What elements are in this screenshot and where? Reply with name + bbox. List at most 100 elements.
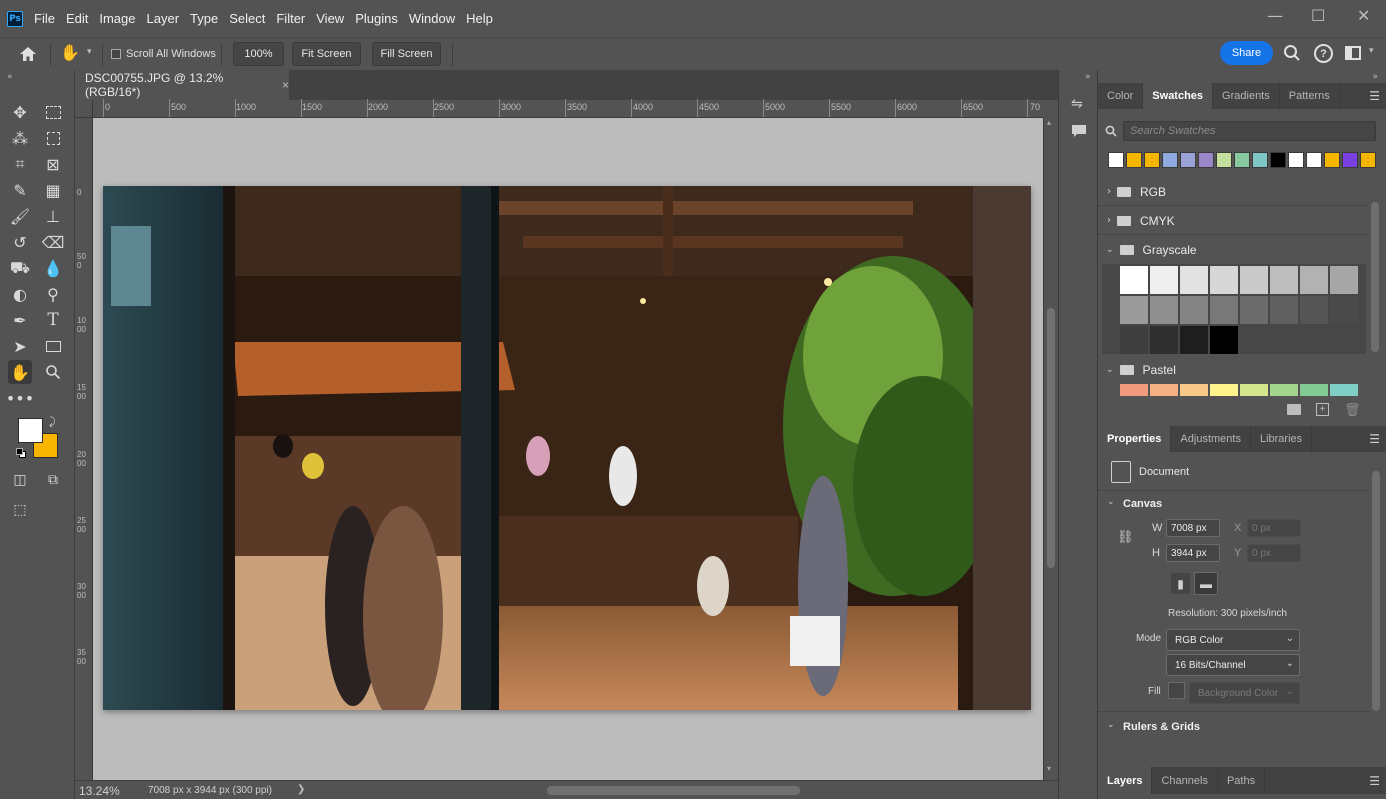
canvas-width-input[interactable]: 7008 px: [1166, 519, 1220, 537]
fill-screen-button[interactable]: Fill Screen: [372, 42, 441, 66]
quick-mask-icon[interactable]: ◫: [8, 468, 32, 492]
close-tab-icon[interactable]: ×: [282, 78, 289, 92]
bit-depth-select[interactable]: 16 Bits/Channel ⌄: [1166, 654, 1300, 676]
canvas-x-input[interactable]: 0 px: [1247, 519, 1301, 537]
quick-selection-icon[interactable]: [41, 126, 65, 150]
grayscale-swatch[interactable]: [1120, 296, 1148, 324]
workspace-icon[interactable]: [1345, 46, 1361, 60]
foreground-color-chip[interactable]: [18, 418, 43, 443]
scroll-all-windows-checkbox[interactable]: [111, 49, 121, 59]
collapse-panels-icon[interactable]: »: [1372, 72, 1378, 82]
recent-swatch[interactable]: [1198, 152, 1214, 168]
horizontal-scroll-thumb[interactable]: [547, 786, 800, 795]
panel-menu-icon[interactable]: ☰: [1369, 432, 1380, 446]
help-icon[interactable]: ?: [1314, 44, 1333, 63]
grayscale-swatch[interactable]: [1330, 296, 1358, 324]
menu-view[interactable]: View: [316, 11, 344, 26]
pastel-swatch[interactable]: [1120, 384, 1148, 396]
link-dimensions-icon[interactable]: ⛓: [1117, 530, 1134, 545]
portrait-orientation-icon[interactable]: ▮: [1171, 573, 1190, 594]
move-tool-icon[interactable]: ✥: [8, 100, 32, 124]
default-colors-icon[interactable]: [16, 448, 26, 458]
document-image[interactable]: [103, 186, 1031, 710]
grayscale-swatch[interactable]: [1300, 296, 1328, 324]
swatch-group-rgb[interactable]: › RGB: [1098, 178, 1368, 206]
panel-menu-icon[interactable]: ☰: [1369, 89, 1380, 103]
swap-colors-icon[interactable]: ⤸: [49, 415, 56, 429]
expand-panels-icon[interactable]: »: [1085, 72, 1091, 82]
recent-swatch[interactable]: [1288, 152, 1304, 168]
recent-swatch[interactable]: [1180, 152, 1196, 168]
scroll-down-icon[interactable]: ▾: [1047, 764, 1051, 773]
canvas-height-input[interactable]: 3944 px: [1166, 544, 1220, 562]
menu-layer[interactable]: Layer: [147, 11, 180, 26]
dodge-tool-icon[interactable]: ◐: [8, 282, 32, 306]
vertical-ruler[interactable]: 0 500 1000 1500 2000 2500 3000 3500: [75, 118, 93, 780]
grayscale-swatch[interactable]: [1210, 296, 1238, 324]
grayscale-swatch[interactable]: [1180, 326, 1208, 354]
recent-swatch[interactable]: [1324, 152, 1340, 168]
screen-mode-icon[interactable]: ⧉: [41, 468, 65, 492]
tab-adjustments[interactable]: Adjustments: [1171, 426, 1251, 452]
swatches-scrollbar[interactable]: [1370, 180, 1380, 390]
rectangular-marquee-icon[interactable]: [41, 100, 65, 124]
grayscale-swatch[interactable]: [1210, 266, 1238, 294]
tab-gradients[interactable]: Gradients: [1213, 83, 1280, 109]
tab-channels[interactable]: Channels: [1152, 767, 1218, 794]
recent-swatch[interactable]: [1216, 152, 1232, 168]
recent-swatch[interactable]: [1270, 152, 1286, 168]
delete-swatch-icon[interactable]: 🗑: [1344, 403, 1361, 418]
spot-healing-icon[interactable]: ▦: [41, 178, 65, 202]
close-window-button[interactable]: ✕: [1357, 6, 1370, 25]
recent-swatch[interactable]: [1342, 152, 1358, 168]
recent-swatch[interactable]: [1162, 152, 1178, 168]
pastel-swatch[interactable]: [1210, 384, 1238, 396]
grayscale-swatch[interactable]: [1210, 326, 1238, 354]
tab-color[interactable]: Color: [1098, 83, 1144, 109]
grayscale-swatch[interactable]: [1120, 266, 1148, 294]
grayscale-swatch[interactable]: [1240, 266, 1268, 294]
pastel-swatch[interactable]: [1180, 384, 1208, 396]
chevron-down-icon[interactable]: ▾: [87, 47, 92, 57]
menu-type[interactable]: Type: [190, 11, 218, 26]
recent-swatch[interactable]: [1234, 152, 1250, 168]
crop-tool-icon[interactable]: ⌗: [8, 152, 32, 176]
path-selection-icon[interactable]: ➤: [8, 334, 32, 358]
swatch-group-pastel[interactable]: ⌄ Pastel: [1098, 356, 1368, 384]
grayscale-swatch[interactable]: [1270, 296, 1298, 324]
history-icon[interactable]: ⇋: [1071, 96, 1083, 112]
history-brush-icon[interactable]: ↺: [8, 230, 32, 254]
recent-swatch[interactable]: [1108, 152, 1124, 168]
eyedropper-icon[interactable]: ✎: [8, 178, 32, 202]
menu-edit[interactable]: Edit: [66, 11, 88, 26]
fit-screen-button[interactable]: Fit Screen: [292, 42, 361, 66]
grayscale-swatch[interactable]: [1120, 326, 1148, 354]
new-group-icon[interactable]: [1287, 404, 1301, 415]
canvas-y-input[interactable]: 0 px: [1247, 544, 1301, 562]
recent-swatch[interactable]: [1306, 152, 1322, 168]
grayscale-swatch[interactable]: [1150, 266, 1178, 294]
swatch-group-grayscale[interactable]: ⌄ Grayscale: [1098, 236, 1368, 264]
hand-tool-preset-icon[interactable]: ✋: [60, 43, 82, 65]
pen-tool-icon[interactable]: ✒: [8, 308, 32, 332]
grayscale-swatch[interactable]: [1300, 266, 1328, 294]
vertical-scroll-thumb[interactable]: [1047, 308, 1055, 568]
paint-bucket-icon[interactable]: ⛟: [8, 256, 32, 280]
grayscale-swatch[interactable]: [1150, 296, 1178, 324]
grayscale-swatch[interactable]: [1240, 296, 1268, 324]
minimize-button[interactable]: —: [1267, 6, 1283, 25]
properties-scrollbar[interactable]: [1371, 457, 1381, 757]
menu-plugins[interactable]: Plugins: [355, 11, 398, 26]
zoom-tool-icon[interactable]: [41, 360, 65, 384]
sponge-tool-icon[interactable]: ⚲: [41, 282, 65, 306]
collapse-toolbar-icon[interactable]: «: [7, 72, 13, 82]
landscape-orientation-icon[interactable]: ▬: [1194, 572, 1218, 595]
canvas-collapse-icon[interactable]: ⌄: [1107, 497, 1115, 507]
blur-tool-icon[interactable]: 💧: [41, 256, 65, 280]
type-tool-icon[interactable]: T: [41, 308, 65, 332]
menu-file[interactable]: File: [34, 11, 55, 26]
menu-filter[interactable]: Filter: [276, 11, 305, 26]
grayscale-swatch[interactable]: [1180, 266, 1208, 294]
menu-select[interactable]: Select: [229, 11, 265, 26]
new-swatch-icon[interactable]: +: [1316, 403, 1329, 416]
